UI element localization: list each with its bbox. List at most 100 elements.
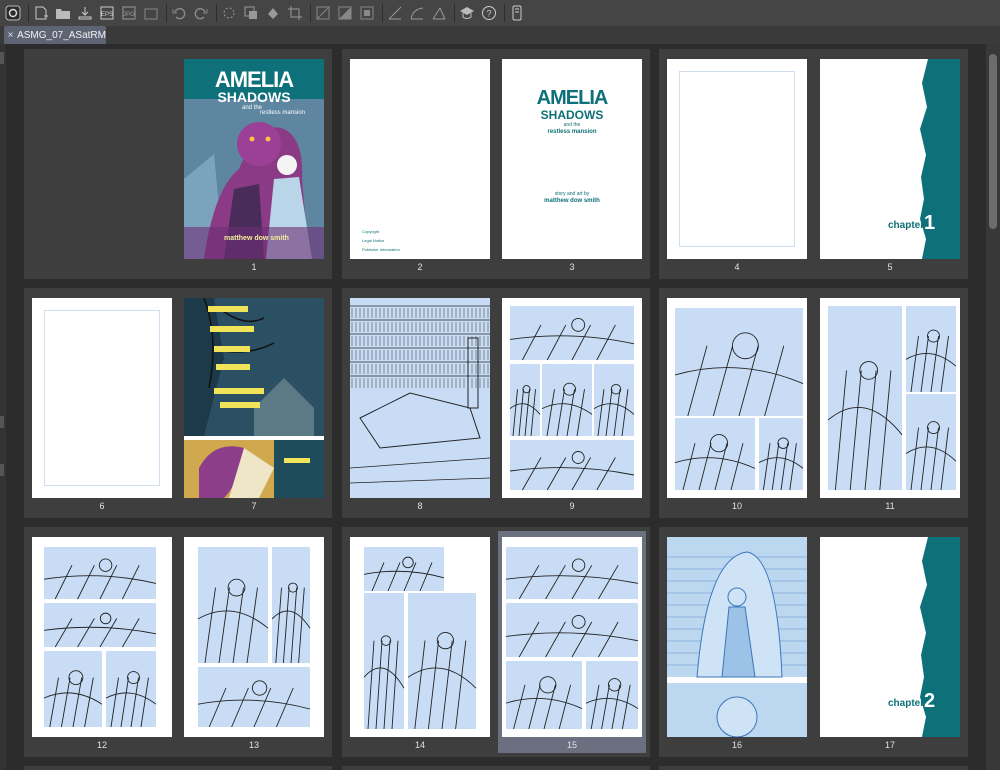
toolbar-separator: [28, 4, 29, 22]
page-spread[interactable]: 10 11: [659, 288, 968, 518]
page-number: 11: [885, 501, 895, 511]
save-icon[interactable]: [76, 4, 94, 22]
page-text: restless mansion: [260, 110, 306, 116]
page-artwork: [509, 306, 635, 491]
document-tab-strip: × ASMG_07_ASatRM: [0, 26, 1000, 44]
page-thumbnail[interactable]: AMELIA SHADOWS and the restless mansion matt…: [184, 59, 324, 259]
close-tab-icon[interactable]: ×: [4, 30, 17, 41]
page-thumbnail[interactable]: [32, 298, 172, 498]
page-thumbnail[interactable]: [350, 298, 490, 498]
page-spread[interactable]: 14 15: [342, 527, 650, 757]
expand-icon[interactable]: [358, 4, 376, 22]
page-number: 10: [731, 501, 742, 511]
page-artwork: [674, 308, 804, 491]
vertical-scrollbar[interactable]: [986, 44, 1000, 770]
page-thumbnail[interactable]: AMELIA SHADOWS and the restless mansion stor…: [502, 59, 642, 259]
page-artwork: [184, 298, 324, 498]
toolbar-separator: [310, 4, 311, 22]
document-tab-title: ASMG_07_ASatRM: [17, 29, 106, 41]
symmetry-ruler-icon[interactable]: [430, 4, 448, 22]
page-spread[interactable]: 12 13: [24, 527, 332, 757]
page-thumbnail[interactable]: [667, 59, 807, 259]
learn-icon[interactable]: [458, 4, 476, 22]
page-number: 4: [734, 262, 740, 272]
toolbar-separator: [504, 4, 505, 22]
fill-icon[interactable]: [264, 4, 282, 22]
page-number: 5: [887, 262, 893, 272]
page-margin-guide: [44, 310, 160, 486]
page-spread[interactable]: Copyright Legal Notice Publisher Informati…: [342, 49, 650, 279]
page-thumbnail[interactable]: chapter 1: [820, 59, 960, 259]
page-spread[interactable]: 16 chapter 2 17: [659, 527, 968, 757]
page-spread[interactable]: AMELIA SHADOWS and the restless mansion matt…: [24, 49, 332, 279]
page-text: and the: [563, 122, 581, 128]
page-spread[interactable]: 67: [24, 288, 332, 518]
page-number: 8: [417, 501, 423, 511]
toolbar-separator: [166, 4, 167, 22]
page-text: chapter: [888, 698, 925, 709]
page-text: matthew dow smith: [544, 198, 600, 204]
page-thumbnail[interactable]: [350, 537, 490, 737]
import-icon[interactable]: [142, 4, 160, 22]
page-thumbnail[interactable]: [184, 537, 324, 737]
redo-icon[interactable]: [192, 4, 210, 22]
page-text: matthew dow smith: [224, 235, 289, 242]
page-artwork: [197, 547, 311, 728]
page-thumbnail[interactable]: Copyright Legal Notice Publisher Informati…: [350, 59, 490, 259]
page-spread[interactable]: 4 chapter 1 5: [659, 49, 968, 279]
page-number: 3: [569, 262, 575, 272]
toolbar-separator: [382, 4, 383, 22]
page-number: 1: [251, 262, 257, 272]
page-thumbnail[interactable]: [502, 298, 642, 498]
app-logo-icon[interactable]: [4, 4, 22, 22]
transform-icon[interactable]: [242, 4, 260, 22]
page-artwork: [505, 547, 639, 730]
toolbar: EPS JPG?: [0, 0, 1000, 27]
toolbar-separator: [454, 4, 455, 22]
page-thumbnail[interactable]: [184, 298, 324, 498]
page-thumbnail[interactable]: [502, 537, 642, 737]
page-text: SHADOWS: [540, 108, 604, 122]
page-artwork: [43, 547, 157, 728]
page-thumbnail[interactable]: [820, 298, 960, 498]
curve-ruler-icon[interactable]: [408, 4, 426, 22]
help-icon[interactable]: ?: [480, 4, 498, 22]
open-folder-icon[interactable]: [54, 4, 72, 22]
document-tab[interactable]: × ASMG_07_ASatRM: [4, 26, 106, 44]
svg-text:JPG: JPG: [123, 12, 135, 18]
page-text: 2: [924, 690, 936, 712]
scroll-thumb[interactable]: [989, 54, 997, 229]
page-number: 2: [417, 262, 423, 272]
svg-text:EPS: EPS: [101, 12, 113, 18]
page-thumbnail[interactable]: [667, 298, 807, 498]
svg-text:?: ?: [486, 9, 491, 19]
loading-icon[interactable]: [220, 4, 238, 22]
page-text: Publisher Information: [362, 247, 400, 252]
page-number: 15: [566, 740, 577, 750]
page-spread[interactable]: [24, 766, 332, 770]
page-text: SHADOWS: [217, 89, 291, 105]
page-margin-guide: [679, 71, 795, 247]
new-document-icon[interactable]: [32, 4, 50, 22]
page-number: 6: [99, 501, 105, 511]
page-spread[interactable]: 89: [342, 288, 650, 518]
perspective-icon[interactable]: [314, 4, 332, 22]
device-icon[interactable]: [508, 4, 526, 22]
crop-icon[interactable]: [286, 4, 304, 22]
page-spread[interactable]: [342, 766, 650, 770]
contrast-icon[interactable]: [336, 4, 354, 22]
page-artwork: [827, 306, 957, 491]
page-thumbnail[interactable]: chapter 2: [820, 537, 960, 737]
undo-icon[interactable]: [170, 4, 188, 22]
page-text: restless mansion: [547, 129, 597, 135]
page-text: Legal Notice: [362, 238, 385, 243]
page-spread[interactable]: [659, 766, 968, 770]
export-eps-icon[interactable]: EPS: [98, 4, 116, 22]
page-number: 7: [251, 501, 257, 511]
export-ipg-icon[interactable]: JPG: [120, 4, 138, 22]
page-manager-view: AMELIA SHADOWS and the restless mansion matt…: [6, 44, 986, 770]
page-thumbnail[interactable]: [32, 537, 172, 737]
page-thumbnail[interactable]: [667, 537, 807, 737]
ruler-icon[interactable]: [386, 4, 404, 22]
toolbar-separator: [216, 4, 217, 22]
